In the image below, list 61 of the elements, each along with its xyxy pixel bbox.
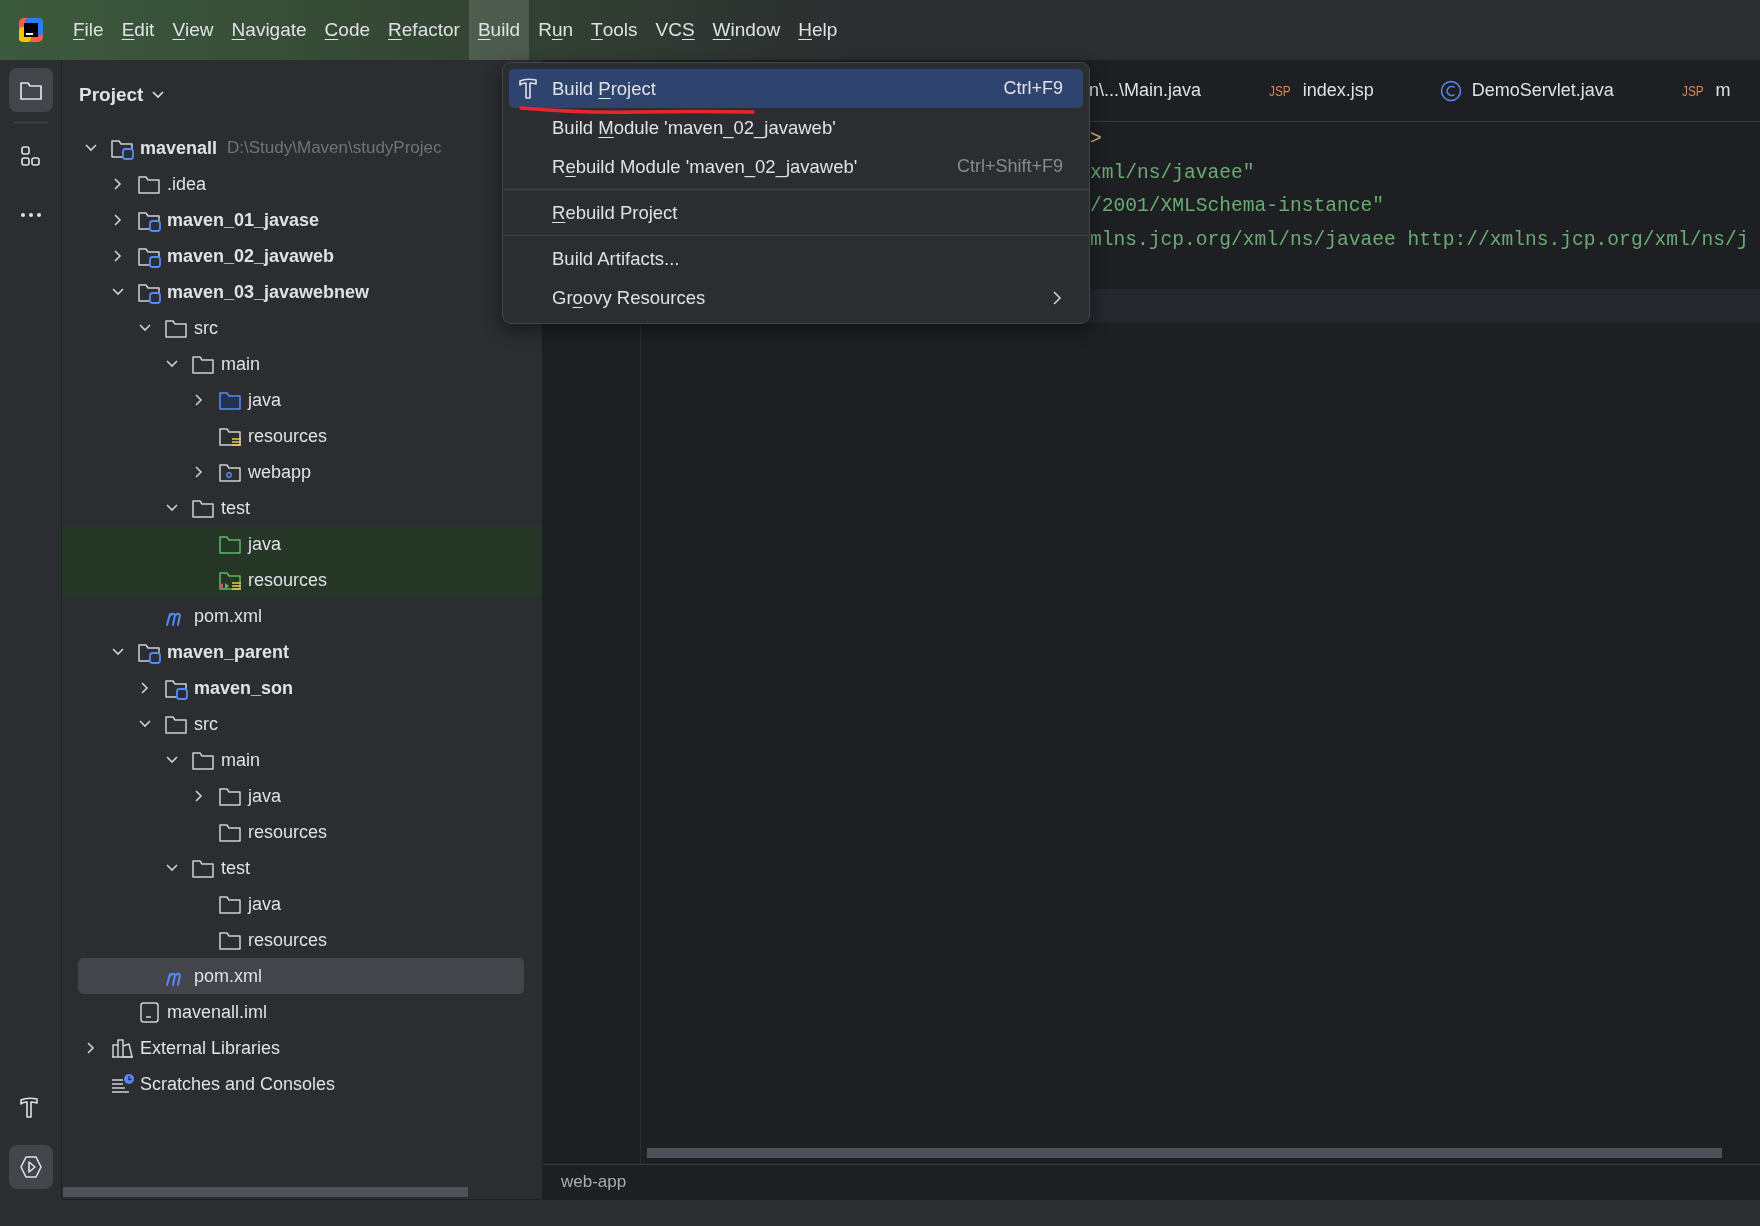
code-line: /2001/XMLSchema-instance" bbox=[1090, 195, 1384, 217]
menu-item[interactable]: Window bbox=[703, 0, 790, 60]
tree-item[interactable]: External Libraries bbox=[62, 1030, 542, 1066]
tree-item[interactable]: java bbox=[62, 526, 542, 562]
menu-item[interactable]: Help bbox=[789, 0, 847, 60]
file-icon bbox=[137, 1000, 161, 1024]
app-logo-icon[interactable] bbox=[18, 17, 44, 43]
more-icon bbox=[19, 212, 42, 218]
chevron-down-icon bbox=[151, 90, 166, 100]
tree-item[interactable]: resources bbox=[62, 418, 542, 454]
scrollbar[interactable] bbox=[63, 1187, 468, 1197]
code-line: xml/ns/javaee" bbox=[1090, 161, 1255, 184]
tool-window-button[interactable] bbox=[8, 68, 53, 112]
tree-item[interactable]: pom.xml bbox=[62, 598, 542, 634]
menu-item[interactable]: Build Project Ctrl+F9 bbox=[509, 69, 1083, 108]
tree-item[interactable]: Scratches and Consoles bbox=[62, 1066, 542, 1102]
scratches-icon bbox=[110, 1072, 134, 1096]
menu-item[interactable]: Tools bbox=[582, 0, 647, 60]
tree-item[interactable]: resources bbox=[62, 922, 542, 958]
library-icon bbox=[110, 1036, 134, 1060]
path-hint: D:\Study\Maven\studyProjec bbox=[227, 138, 442, 158]
jsp-file-icon: JSP bbox=[1269, 82, 1291, 99]
menu-item[interactable]: File bbox=[64, 0, 113, 60]
tree-item[interactable]: maven_son bbox=[62, 670, 542, 706]
run-services-icon bbox=[17, 1154, 44, 1180]
editor-tab[interactable]: DemoServlet.java bbox=[1439, 79, 1614, 102]
menu-item[interactable]: View bbox=[163, 0, 223, 60]
editor-tab[interactable]: JSP m bbox=[1679, 80, 1731, 101]
tree-item[interactable]: pom.xml bbox=[78, 958, 524, 994]
tree-item[interactable]: mavenall.iml bbox=[62, 994, 542, 1030]
tree-item[interactable]: src bbox=[62, 706, 542, 742]
chevron-right-icon bbox=[1051, 289, 1063, 306]
tree-item[interactable]: java bbox=[62, 382, 542, 418]
tool-window-button[interactable] bbox=[8, 1145, 53, 1189]
code-line: mlns.jcp.org/xml/ns/javaee http://xmlns.jcp.org/xml/ns/j bbox=[1090, 228, 1749, 251]
jsp-file-icon: JSP bbox=[1681, 82, 1704, 99]
menu-item[interactable]: Build bbox=[468, 0, 530, 60]
menu-item[interactable]: Refactor bbox=[379, 0, 469, 60]
tree-item[interactable]: main bbox=[62, 346, 542, 382]
code-line: > bbox=[1090, 128, 1102, 150]
tree-item[interactable]: java bbox=[62, 778, 542, 814]
tree-item[interactable]: resources bbox=[62, 562, 542, 598]
tree-item[interactable]: test bbox=[62, 490, 542, 526]
breadcrumb[interactable]: web-app bbox=[561, 1172, 627, 1192]
menu-item[interactable]: Edit bbox=[112, 0, 164, 60]
tree-item[interactable]: java bbox=[62, 886, 542, 922]
tree-item[interactable]: test bbox=[62, 850, 542, 886]
tree-item[interactable]: main bbox=[62, 742, 542, 778]
hammer-icon bbox=[517, 77, 539, 101]
editor-tab[interactable]: JSP index.jsp bbox=[1267, 80, 1374, 101]
tree-item[interactable]: resources bbox=[62, 814, 542, 850]
menu-item[interactable]: Run bbox=[529, 0, 583, 60]
project-view-selector[interactable]: Project bbox=[79, 84, 166, 106]
editor-tab[interactable]: n\...\Main.java bbox=[1089, 80, 1202, 101]
menu-item[interactable]: Code bbox=[315, 0, 380, 60]
tree-item[interactable]: maven_parent bbox=[62, 634, 542, 670]
menu-item[interactable]: VCS bbox=[646, 0, 704, 60]
scrollbar[interactable] bbox=[647, 1148, 1722, 1158]
class-icon bbox=[1439, 79, 1462, 102]
tree-item[interactable]: webapp bbox=[62, 454, 542, 490]
menu-item[interactable]: Navigate bbox=[222, 0, 316, 60]
